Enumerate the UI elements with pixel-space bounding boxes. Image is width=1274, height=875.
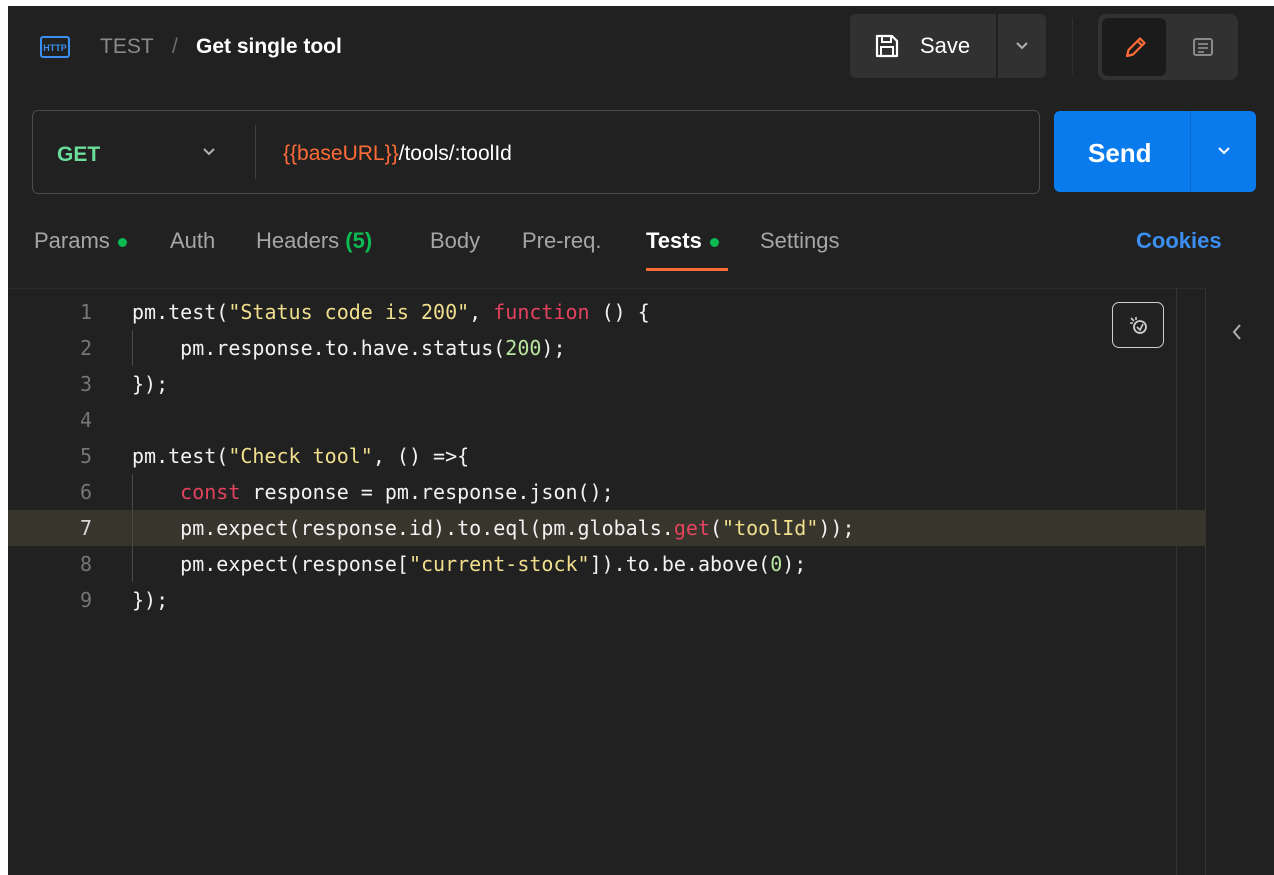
tab-headers[interactable]: Headers (5) [256,228,372,254]
line-number: 2 [79,336,92,360]
comment-icon [1193,38,1213,56]
code-text: const response = pm.response.json(); [180,480,614,504]
tab-body-label: Body [430,228,481,253]
status-dot [709,237,719,247]
tab-auth[interactable]: Auth [170,228,215,254]
line-number: 4 [79,408,92,432]
breadcrumb-collection[interactable]: TEST [100,34,154,60]
url-bar: GET {{baseURL}}/tools/:toolId [32,110,1040,194]
status-dot [117,237,127,247]
floppy-icon [875,34,899,58]
code-text: pm.test("Check tool", () =>{ [132,444,470,468]
indent-guide [132,474,133,582]
tab-body[interactable]: Body [430,228,480,254]
code-text: pm.response.to.have.status(200); [132,336,566,360]
tab-tests-label: Tests [646,228,702,253]
request-tabs: Params Auth Headers (5) Body Pre-req. Te… [8,220,1274,276]
breadcrumb-separator: / [172,35,178,58]
send-label: Send [1088,138,1152,168]
http-icon: HTTP [40,36,70,58]
indent-guide [132,330,133,366]
tab-settings[interactable]: Settings [760,228,840,254]
headers-count-badge: (5) [345,228,373,253]
tab-prereq-label: Pre-req. [522,228,602,253]
code-line[interactable]: 6 const response = pm.response.json(); [8,474,1206,510]
tab-tests[interactable]: Tests [646,228,719,254]
code-line[interactable]: 8 pm.expect(response["current-stock"]).t… [8,546,1206,582]
code-text: pm.test("Status code is 200", function (… [132,300,650,324]
code-text: pm.expect(response.id).to.eql(pm.globals… [132,516,855,540]
line-number: 5 [79,444,92,468]
line-number: 6 [79,480,92,504]
active-tab-indicator [646,268,728,271]
code-line[interactable]: 1 pm.test("Status code is 200", function … [8,294,1206,330]
view-mode-toggle [1098,14,1238,80]
code-editor[interactable]: 1 pm.test("Status code is 200", function … [8,288,1206,875]
code-line[interactable]: 7 pm.expect(response.id).to.eql(pm.globa… [8,510,1206,546]
chevron-down-icon[interactable] [201,146,217,158]
url-path: /tools/:toolId [398,142,512,165]
code-text: pm.expect(response["current-stock"]).to.… [132,552,807,576]
url-variable: {{baseURL}} [283,142,399,165]
beautify-button[interactable] [1112,302,1164,348]
request-title[interactable]: Get single tool [196,34,342,60]
code-line[interactable]: 2 pm.response.to.have.status(200); [8,330,1206,366]
chevron-down-icon [1218,147,1230,155]
svg-text:HTTP: HTTP [43,43,67,53]
tab-prereq[interactable]: Pre-req. [522,228,601,254]
line-number: 9 [79,588,92,612]
code-line[interactable]: 9}); [8,582,1206,618]
tab-params[interactable]: Params [34,228,127,254]
line-number: 1 [79,300,92,324]
edit-mode-button[interactable] [1102,18,1166,76]
save-button[interactable]: Save [850,14,996,78]
tab-settings-label: Settings [760,228,840,253]
magic-wand-icon [1130,317,1147,334]
tab-auth-label: Auth [170,228,216,253]
code-line[interactable]: 4 [8,402,1206,438]
line-number: 7 [79,516,92,540]
editor-top-border [8,288,1206,289]
code-text: }); [132,588,169,612]
code-line[interactable]: 3}); [8,366,1206,402]
cookies-link[interactable]: Cookies [1136,228,1222,254]
documentation-mode-button[interactable] [1170,18,1234,76]
request-header: HTTP TEST / Get single tool Save [8,6,1274,86]
code-line[interactable]: 5 pm.test("Check tool", () =>{ [8,438,1206,474]
tab-params-label: Params [34,228,110,253]
method-select[interactable]: GET [57,143,100,167]
chevron-down-icon [1016,42,1028,50]
send-options-button[interactable] [1190,111,1256,192]
tab-headers-label: Headers [256,228,340,253]
pencil-icon [1125,37,1146,58]
url-input[interactable]: {{baseURL}}/tools/:toolId [283,142,512,166]
chevron-left-icon[interactable] [1230,322,1244,342]
line-number: 8 [79,552,92,576]
line-number: 3 [79,372,92,396]
send-button[interactable]: Send [1054,111,1190,192]
request-editor: HTTP TEST / Get single tool Save GET {{b… [8,6,1274,875]
url-divider [255,125,256,179]
save-options-button[interactable] [998,14,1046,78]
header-divider [1072,18,1073,74]
code-text: }); [132,372,169,396]
save-label: Save [920,33,971,58]
